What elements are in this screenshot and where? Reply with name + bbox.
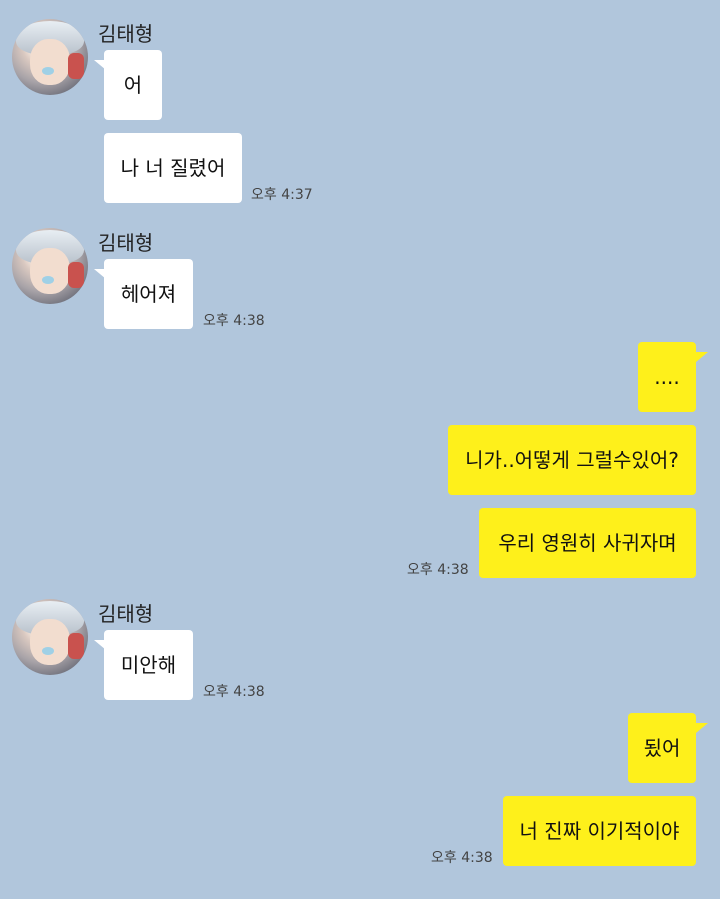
- avatar-mouth: [42, 647, 54, 655]
- avatar-mouth: [42, 67, 54, 75]
- sender-name: 김태형: [98, 602, 154, 626]
- message-bubble-received[interactable]: 미안해: [94, 630, 193, 700]
- message-bubble-sent[interactable]: 너 진짜 이기적이야: [503, 796, 696, 866]
- sender-name: 김태형: [98, 22, 154, 46]
- avatar-hand: [68, 53, 84, 79]
- avatar-hand: [68, 262, 84, 288]
- message-timestamp: 오후 4:37: [251, 187, 313, 203]
- message-bubble-received[interactable]: 나 너 질렸어: [104, 133, 242, 203]
- message-bubble-received[interactable]: 헤어져: [94, 259, 193, 329]
- message-timestamp: 오후 4:38: [203, 684, 265, 700]
- message-bubble-received[interactable]: 어: [94, 50, 162, 120]
- avatar-face: [30, 248, 70, 294]
- sender-name: 김태형: [98, 231, 154, 255]
- message-bubble-sent[interactable]: 됬어: [628, 713, 708, 783]
- avatar[interactable]: [12, 599, 88, 675]
- message-timestamp: 오후 4:38: [203, 313, 265, 329]
- message-bubble-sent[interactable]: 니가..어떻게 그럴수있어?: [448, 425, 696, 495]
- message-timestamp: 오후 4:38: [407, 562, 469, 578]
- avatar-mouth: [42, 276, 54, 284]
- message-timestamp: 오후 4:38: [431, 850, 493, 866]
- message-bubble-sent[interactable]: ....: [638, 342, 708, 412]
- avatar[interactable]: [12, 228, 88, 304]
- avatar[interactable]: [12, 19, 88, 95]
- avatar-hand: [68, 633, 84, 659]
- avatar-face: [30, 619, 70, 665]
- avatar-face: [30, 39, 70, 85]
- message-bubble-sent[interactable]: 우리 영원히 사귀자며: [479, 508, 696, 578]
